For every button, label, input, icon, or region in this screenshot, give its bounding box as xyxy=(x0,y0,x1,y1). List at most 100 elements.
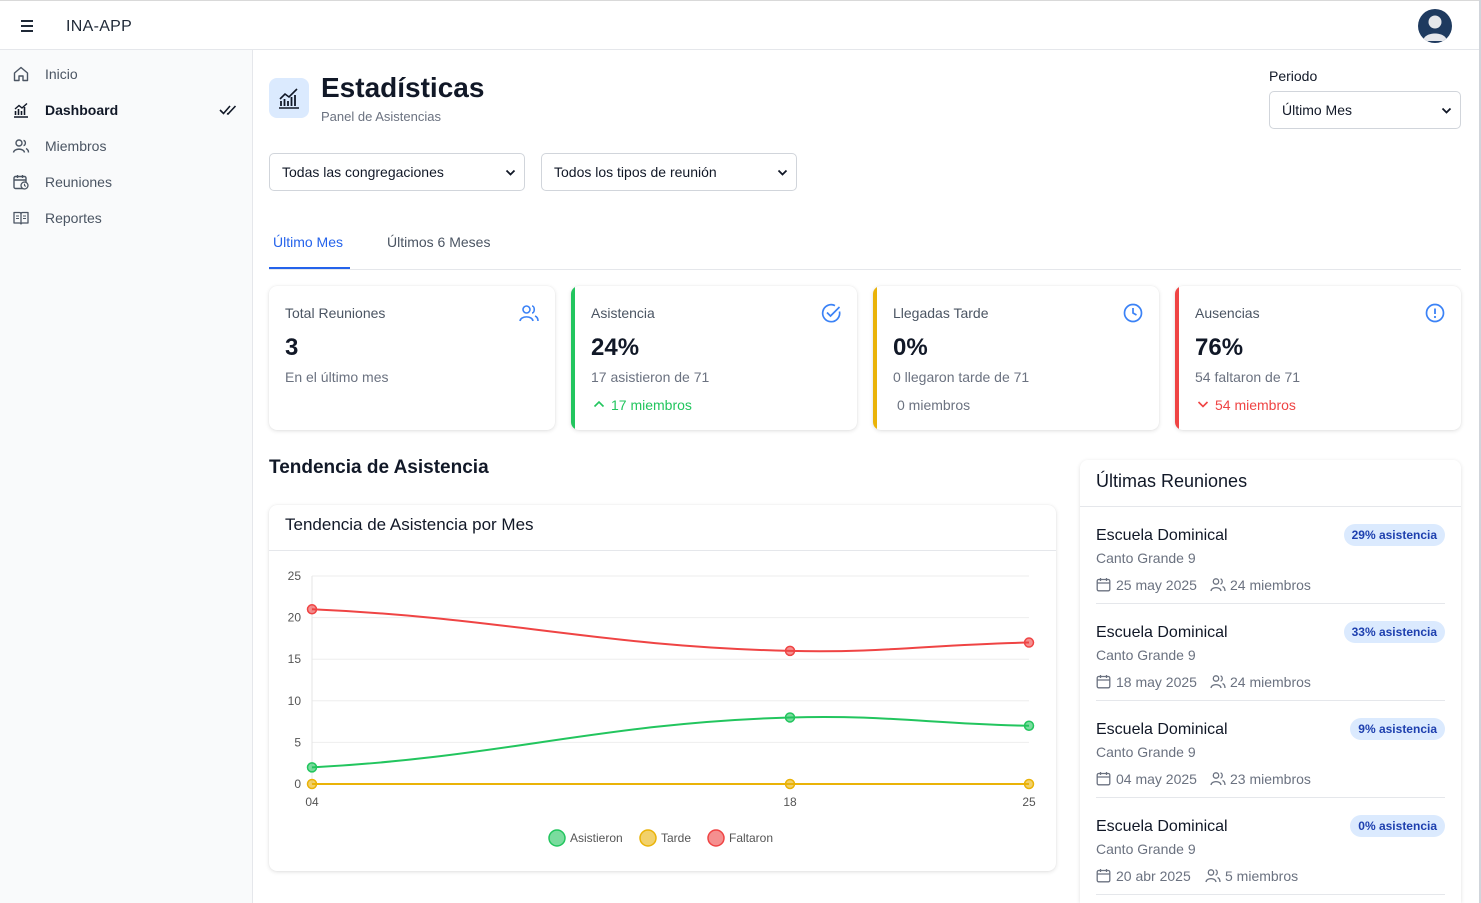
double-check-icon xyxy=(219,105,237,115)
card-value: 24% xyxy=(591,334,640,361)
card-subtext: 17 asistieron de 71 xyxy=(591,369,710,385)
sidebar: Inicio Dashboard Miembros Reuniones Repo… xyxy=(0,50,253,903)
y-tick-label: 25 xyxy=(288,569,302,583)
home-icon xyxy=(13,66,29,82)
card-value: 76% xyxy=(1195,334,1244,361)
chevron-down-icon xyxy=(505,169,516,176)
attendance-badge: 0% asistencia xyxy=(1350,815,1445,837)
line-chart[interactable]: 0 5 10 15 20 25 04 18 25 Asistieron Tarde Faltaron xyxy=(269,551,1056,871)
menu-icon[interactable] xyxy=(18,18,36,34)
legend-label: Tarde xyxy=(661,831,691,845)
users-icon xyxy=(12,139,30,153)
sidebar-item-label: Miembros xyxy=(45,138,107,154)
legend-label: Asistieron xyxy=(570,831,623,845)
chevron-down-icon xyxy=(777,169,788,176)
check-circle-icon xyxy=(821,303,841,323)
data-point xyxy=(1023,637,1035,648)
card-label: Asistencia xyxy=(591,305,655,321)
card-label: Llegadas Tarde xyxy=(893,305,989,321)
users-icon xyxy=(1210,675,1226,689)
page-title: Estadísticas xyxy=(321,72,485,103)
card-trend: 17 miembros xyxy=(611,397,692,413)
recent-title: Últimas Reuniones xyxy=(1096,471,1248,491)
card-accent xyxy=(873,286,877,430)
stat-card-total-reuniones: Total Reuniones 3 En el último mes xyxy=(269,286,555,430)
chart-header: Tendencia de Asistencia por Mes xyxy=(269,505,1056,551)
users-icon xyxy=(519,305,539,322)
calendar-icon xyxy=(1096,675,1111,689)
y-tick-label: 0 xyxy=(294,777,301,791)
tab-ultimo-mes[interactable]: Último Mes xyxy=(273,234,343,250)
avatar[interactable] xyxy=(1418,9,1452,43)
period-tabs: Último Mes Últimos 6 Meses xyxy=(269,224,1461,270)
congregacion-select-value: Todas las congregaciones xyxy=(282,164,444,180)
users-icon xyxy=(1210,578,1226,592)
meeting-members: 24 miembros xyxy=(1230,577,1311,593)
users-icon xyxy=(1210,772,1226,786)
legend-marker xyxy=(548,829,566,847)
top-bar: INA-APP xyxy=(0,0,1481,50)
card-accent xyxy=(1175,286,1179,430)
chevron-down-icon xyxy=(1197,401,1209,408)
sidebar-item-reportes[interactable]: Reportes xyxy=(0,200,252,236)
card-label: Total Reuniones xyxy=(285,305,386,321)
meeting-title: Escuela Dominical xyxy=(1096,721,1228,738)
sidebar-item-reuniones[interactable]: Reuniones xyxy=(0,164,252,200)
periodo-label: Periodo xyxy=(1269,68,1318,84)
card-accent xyxy=(571,286,575,430)
calendar-icon xyxy=(1096,578,1111,592)
tipo-reunion-select[interactable]: Todos los tipos de reunión xyxy=(541,153,797,191)
y-tick-label: 20 xyxy=(288,611,302,625)
chevron-down-icon xyxy=(1441,107,1452,114)
meeting-location: Canto Grande 9 xyxy=(1096,647,1196,663)
sidebar-item-dashboard[interactable]: Dashboard xyxy=(0,92,252,128)
chart-title: Tendencia de Asistencia por Mes xyxy=(285,515,534,534)
sidebar-item-miembros[interactable]: Miembros xyxy=(0,128,252,164)
stat-card-llegadas-tarde: Llegadas Tarde 0% 0 llegaron tarde de 71… xyxy=(873,286,1159,430)
legend-marker xyxy=(639,829,657,847)
meeting-list-item[interactable]: Escuela Dominical 0% asistencia Canto Gran… xyxy=(1096,798,1445,895)
active-tab-indicator xyxy=(269,267,350,269)
data-point xyxy=(306,778,318,790)
data-point xyxy=(784,712,796,723)
congregacion-select[interactable]: Todas las congregaciones xyxy=(269,153,525,191)
meeting-title: Escuela Dominical xyxy=(1096,818,1228,835)
data-point xyxy=(306,762,318,773)
sidebar-item-label: Dashboard xyxy=(45,102,119,118)
x-tick-label: 04 xyxy=(305,795,319,809)
app-title: INA-APP xyxy=(66,18,133,35)
meeting-date: 04 may 2025 xyxy=(1116,771,1197,787)
sidebar-item-label: Reportes xyxy=(45,210,102,226)
periodo-select-value: Último Mes xyxy=(1282,102,1353,118)
meeting-title: Escuela Dominical xyxy=(1096,527,1228,544)
y-tick-label: 15 xyxy=(288,652,302,666)
chart-icon xyxy=(14,102,28,118)
meeting-members: 5 miembros xyxy=(1225,868,1299,884)
meeting-list-item[interactable]: Escuela Dominical 33% asistencia Canto Gra… xyxy=(1096,604,1445,701)
card-subtext: 54 faltaron de 71 xyxy=(1195,369,1301,385)
legend-label: Faltaron xyxy=(729,831,773,845)
sidebar-item-label: Inicio xyxy=(45,66,78,82)
tipo-reunion-select-value: Todos los tipos de reunión xyxy=(554,164,717,180)
x-tick-label: 18 xyxy=(783,795,797,809)
attendance-badge: 29% asistencia xyxy=(1343,524,1445,546)
tab-ultimos-6-meses[interactable]: Últimos 6 Meses xyxy=(387,234,490,250)
card-value: 0% xyxy=(893,334,928,361)
card-trend: 54 miembros xyxy=(1215,397,1296,413)
card-trend: 0 miembros xyxy=(897,397,971,413)
periodo-select[interactable]: Último Mes xyxy=(1269,91,1461,129)
data-point xyxy=(784,645,796,657)
meeting-list-item[interactable]: Escuela Dominical 29% asistencia Canto Gra… xyxy=(1096,507,1445,604)
meeting-date: 25 may 2025 xyxy=(1116,577,1197,593)
meeting-location: Canto Grande 9 xyxy=(1096,744,1196,760)
data-point xyxy=(1023,778,1035,790)
y-tick-label: 5 xyxy=(294,735,301,749)
sidebar-item-inicio[interactable]: Inicio xyxy=(0,56,252,92)
meeting-list-item[interactable]: Escuela Dominical 9% asistencia Canto Gran… xyxy=(1096,701,1445,798)
clock-icon xyxy=(1123,303,1143,323)
data-point xyxy=(1023,720,1035,732)
users-icon xyxy=(1205,869,1221,883)
meeting-location: Canto Grande 9 xyxy=(1096,841,1196,857)
meeting-date: 18 may 2025 xyxy=(1116,674,1197,690)
attendance-badge: 33% asistencia xyxy=(1343,621,1445,643)
